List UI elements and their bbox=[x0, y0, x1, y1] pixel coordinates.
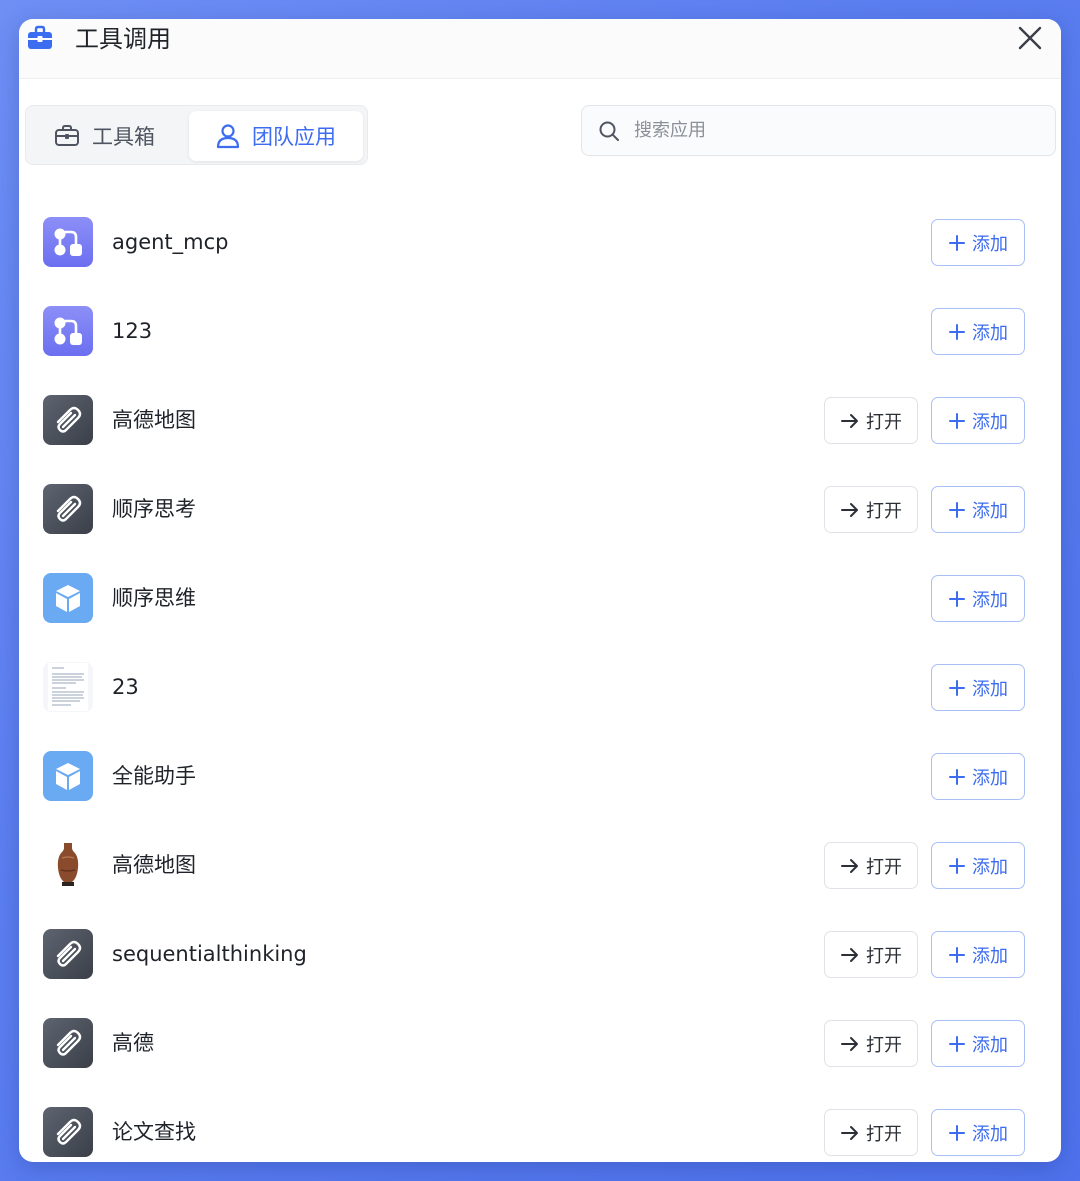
app-row: 123 添加 bbox=[19, 286, 1061, 375]
add-button-label: 添加 bbox=[972, 411, 1008, 433]
add-button-label: 添加 bbox=[972, 767, 1008, 789]
app-name: sequentialthinking bbox=[112, 942, 307, 966]
plus-icon bbox=[948, 1124, 966, 1142]
add-button[interactable]: 添加 bbox=[931, 219, 1025, 266]
open-button-label: 打开 bbox=[866, 856, 902, 878]
open-button-label: 打开 bbox=[866, 1123, 902, 1145]
open-button-label: 打开 bbox=[866, 945, 902, 967]
app-row: 23 添加 bbox=[19, 642, 1061, 731]
app-name: 顺序思维 bbox=[112, 586, 196, 610]
search-input[interactable] bbox=[634, 120, 1014, 141]
app-name: 全能助手 bbox=[112, 764, 196, 788]
app-name: 高德地图 bbox=[112, 853, 196, 877]
add-button-label: 添加 bbox=[972, 233, 1008, 255]
open-button[interactable]: 打开 bbox=[824, 1020, 918, 1067]
add-button[interactable]: 添加 bbox=[931, 664, 1025, 711]
tab-team-apps[interactable]: 团队应用 bbox=[189, 111, 363, 161]
plus-icon bbox=[948, 323, 966, 341]
plus-icon bbox=[948, 768, 966, 786]
app-name: agent_mcp bbox=[112, 230, 229, 254]
workflow-icon bbox=[43, 306, 93, 356]
toolbox-icon bbox=[25, 23, 55, 53]
add-button-label: 添加 bbox=[972, 856, 1008, 878]
add-button[interactable]: 添加 bbox=[931, 397, 1025, 444]
paperclip-icon bbox=[43, 1107, 93, 1157]
app-row: sequentialthinking 打开 添加 bbox=[19, 909, 1061, 998]
paperclip-icon bbox=[43, 395, 93, 445]
app-name: 23 bbox=[112, 675, 139, 699]
app-row: 全能助手 添加 bbox=[19, 731, 1061, 820]
plus-icon bbox=[948, 412, 966, 430]
app-row: 论文查找 打开 添加 bbox=[19, 1087, 1061, 1162]
arrow-right-icon bbox=[840, 858, 860, 874]
add-button-label: 添加 bbox=[972, 678, 1008, 700]
app-name: 论文查找 bbox=[112, 1120, 196, 1144]
vase-thumbnail bbox=[43, 840, 93, 890]
arrow-right-icon bbox=[840, 1036, 860, 1052]
app-name: 高德 bbox=[112, 1031, 154, 1055]
add-button[interactable]: 添加 bbox=[931, 486, 1025, 533]
plus-icon bbox=[948, 857, 966, 875]
app-row: 高德地图 打开 添加 bbox=[19, 375, 1061, 464]
plus-icon bbox=[948, 590, 966, 608]
arrow-right-icon bbox=[840, 502, 860, 518]
add-button[interactable]: 添加 bbox=[931, 753, 1025, 800]
cube-icon bbox=[43, 751, 93, 801]
plus-icon bbox=[948, 946, 966, 964]
add-button-label: 添加 bbox=[972, 500, 1008, 522]
app-row: 顺序思维 添加 bbox=[19, 553, 1061, 642]
app-name: 高德地图 bbox=[112, 408, 196, 432]
add-button-label: 添加 bbox=[972, 322, 1008, 344]
plus-icon bbox=[948, 501, 966, 519]
workflow-icon bbox=[43, 217, 93, 267]
add-button-label: 添加 bbox=[972, 945, 1008, 967]
paperclip-icon bbox=[43, 929, 93, 979]
open-button[interactable]: 打开 bbox=[824, 842, 918, 889]
document-thumbnail bbox=[43, 662, 93, 712]
app-name: 123 bbox=[112, 319, 153, 343]
app-row: agent_mcp 添加 bbox=[19, 197, 1061, 286]
tool-call-dialog: 工具调用 工具箱 团队应用 搜索应用 agent_mcp 添加 123 添加 高… bbox=[19, 19, 1061, 1162]
search-icon bbox=[599, 121, 619, 141]
open-button[interactable]: 打开 bbox=[824, 397, 918, 444]
app-row: 顺序思考 打开 添加 bbox=[19, 464, 1061, 553]
dialog-title: 工具调用 bbox=[75, 25, 171, 53]
paperclip-icon bbox=[43, 1018, 93, 1068]
open-button[interactable]: 打开 bbox=[824, 1109, 918, 1156]
close-icon[interactable] bbox=[1017, 25, 1043, 51]
plus-icon bbox=[948, 679, 966, 697]
toolbox-icon bbox=[55, 125, 79, 146]
app-name: 顺序思考 bbox=[112, 497, 196, 521]
open-button-label: 打开 bbox=[866, 1034, 902, 1056]
plus-icon bbox=[948, 1035, 966, 1053]
arrow-right-icon bbox=[840, 947, 860, 963]
cube-icon bbox=[43, 573, 93, 623]
dialog-header: 工具调用 bbox=[19, 19, 1061, 79]
tab-toolbox-label: 工具箱 bbox=[92, 125, 155, 149]
add-button[interactable]: 添加 bbox=[931, 1020, 1025, 1067]
open-button[interactable]: 打开 bbox=[824, 931, 918, 978]
plus-icon bbox=[948, 234, 966, 252]
open-button-label: 打开 bbox=[866, 500, 902, 522]
tab-toolbox[interactable]: 工具箱 bbox=[54, 111, 184, 161]
search-box bbox=[581, 105, 1056, 156]
open-button-label: 打开 bbox=[866, 411, 902, 433]
arrow-right-icon bbox=[840, 413, 860, 429]
paperclip-icon bbox=[43, 484, 93, 534]
add-button-label: 添加 bbox=[972, 1123, 1008, 1145]
open-button[interactable]: 打开 bbox=[824, 486, 918, 533]
app-row: 高德 打开 添加 bbox=[19, 998, 1061, 1087]
add-button[interactable]: 添加 bbox=[931, 842, 1025, 889]
add-button-label: 添加 bbox=[972, 1034, 1008, 1056]
tab-bar: 工具箱 团队应用 bbox=[25, 105, 368, 165]
user-icon bbox=[216, 124, 240, 149]
add-button[interactable]: 添加 bbox=[931, 575, 1025, 622]
arrow-right-icon bbox=[840, 1125, 860, 1141]
add-button[interactable]: 添加 bbox=[931, 308, 1025, 355]
add-button-label: 添加 bbox=[972, 589, 1008, 611]
add-button[interactable]: 添加 bbox=[931, 1109, 1025, 1156]
tab-team-apps-label: 团队应用 bbox=[252, 125, 336, 149]
app-row: 高德地图 打开 添加 bbox=[19, 820, 1061, 909]
add-button[interactable]: 添加 bbox=[931, 931, 1025, 978]
